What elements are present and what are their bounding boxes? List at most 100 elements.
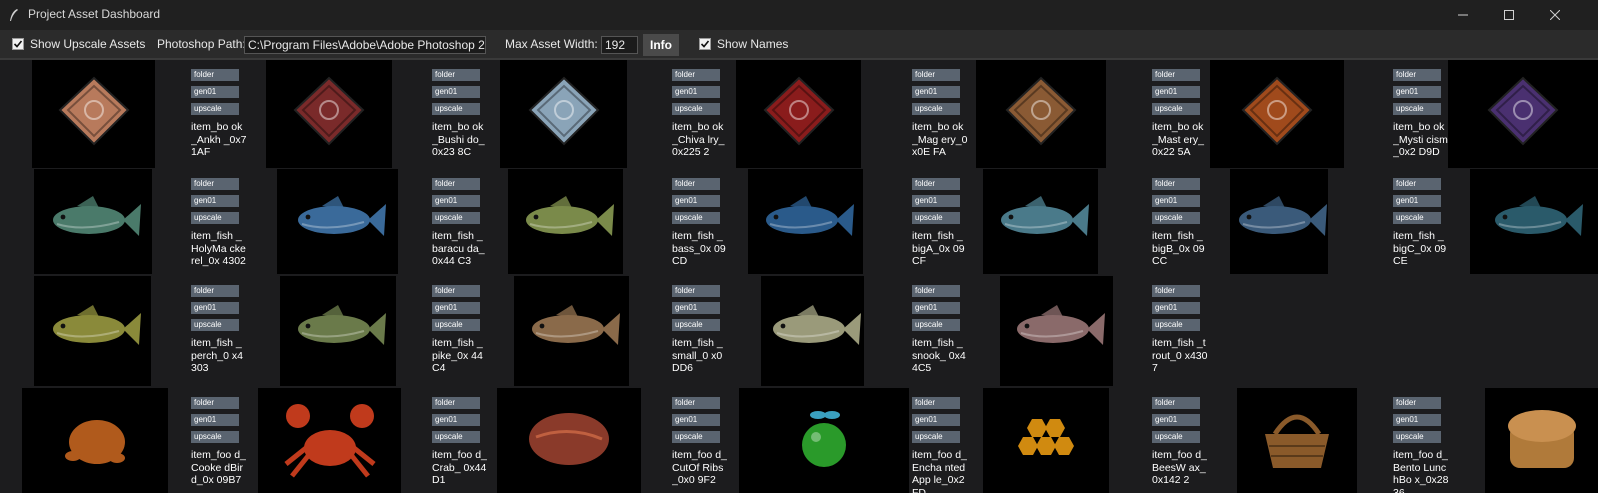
info-button[interactable]: Info (643, 34, 679, 56)
asset-thumbnail[interactable] (1485, 388, 1598, 493)
gen01-button[interactable]: gen01 (912, 86, 960, 98)
upscale-button[interactable]: upscale (191, 431, 239, 443)
folder-button[interactable]: folder (1393, 69, 1441, 81)
asset-thumbnail[interactable] (1000, 276, 1113, 386)
folder-button[interactable]: folder (191, 397, 239, 409)
max-width-input[interactable]: 192 (601, 36, 638, 54)
gen01-button[interactable]: gen01 (432, 86, 480, 98)
folder-button[interactable]: folder (1152, 178, 1200, 190)
folder-button[interactable]: folder (1393, 178, 1441, 190)
gen01-button[interactable]: gen01 (191, 414, 239, 426)
upscale-button[interactable]: upscale (1152, 212, 1200, 224)
gen01-button[interactable]: gen01 (672, 86, 720, 98)
asset-thumbnail[interactable] (280, 276, 396, 386)
upscale-button[interactable]: upscale (912, 431, 960, 443)
gen01-button[interactable]: gen01 (912, 302, 960, 314)
upscale-button[interactable]: upscale (1152, 431, 1200, 443)
gen01-button[interactable]: gen01 (1152, 195, 1200, 207)
gen01-button[interactable]: gen01 (912, 195, 960, 207)
upscale-button[interactable]: upscale (432, 319, 480, 331)
asset-thumbnail[interactable] (1237, 388, 1357, 493)
folder-button[interactable]: folder (672, 69, 720, 81)
asset-thumbnail[interactable] (258, 388, 401, 493)
upscale-button[interactable]: upscale (912, 319, 960, 331)
gen01-button[interactable]: gen01 (912, 414, 960, 426)
folder-button[interactable]: folder (1152, 69, 1200, 81)
folder-button[interactable]: folder (912, 285, 960, 297)
upscale-button[interactable]: upscale (432, 212, 480, 224)
gen01-button[interactable]: gen01 (1152, 86, 1200, 98)
asset-thumbnail[interactable] (1230, 169, 1328, 274)
gen01-button[interactable]: gen01 (1152, 302, 1200, 314)
asset-thumbnail[interactable] (739, 388, 909, 493)
asset-thumbnail[interactable] (22, 388, 168, 493)
asset-thumbnail[interactable] (983, 169, 1098, 274)
folder-button[interactable]: folder (432, 285, 480, 297)
folder-button[interactable]: folder (912, 178, 960, 190)
upscale-button[interactable]: upscale (191, 212, 239, 224)
asset-thumbnail[interactable] (1448, 60, 1598, 168)
gen01-button[interactable]: gen01 (191, 86, 239, 98)
asset-thumbnail[interactable] (1210, 60, 1344, 168)
folder-button[interactable]: folder (672, 178, 720, 190)
upscale-button[interactable]: upscale (912, 212, 960, 224)
folder-button[interactable]: folder (191, 178, 239, 190)
asset-thumbnail[interactable] (508, 169, 623, 274)
folder-button[interactable]: folder (1393, 397, 1441, 409)
upscale-button[interactable]: upscale (1152, 103, 1200, 115)
asset-thumbnail[interactable] (1470, 169, 1598, 274)
folder-button[interactable]: folder (672, 285, 720, 297)
upscale-button[interactable]: upscale (1152, 319, 1200, 331)
upscale-button[interactable]: upscale (1393, 212, 1441, 224)
upscale-button[interactable]: upscale (1393, 431, 1441, 443)
folder-button[interactable]: folder (432, 69, 480, 81)
folder-button[interactable]: folder (191, 69, 239, 81)
folder-button[interactable]: folder (912, 69, 960, 81)
gen01-button[interactable]: gen01 (672, 414, 720, 426)
asset-thumbnail[interactable] (736, 60, 861, 168)
gen01-button[interactable]: gen01 (432, 414, 480, 426)
gen01-button[interactable]: gen01 (1152, 414, 1200, 426)
upscale-button[interactable]: upscale (912, 103, 960, 115)
asset-thumbnail[interactable] (34, 276, 151, 386)
asset-thumbnail[interactable] (761, 276, 864, 386)
asset-thumbnail[interactable] (277, 169, 398, 274)
upscale-button[interactable]: upscale (191, 319, 239, 331)
folder-button[interactable]: folder (672, 397, 720, 409)
gen01-button[interactable]: gen01 (672, 302, 720, 314)
show-upscale-toggle[interactable]: Show Upscale Assets (12, 30, 145, 58)
gen01-button[interactable]: gen01 (672, 195, 720, 207)
upscale-button[interactable]: upscale (672, 212, 720, 224)
upscale-button[interactable]: upscale (672, 319, 720, 331)
folder-button[interactable]: folder (1152, 285, 1200, 297)
gen01-button[interactable]: gen01 (191, 302, 239, 314)
upscale-button[interactable]: upscale (191, 103, 239, 115)
upscale-button[interactable]: upscale (432, 431, 480, 443)
gen01-button[interactable]: gen01 (191, 195, 239, 207)
gen01-button[interactable]: gen01 (1393, 195, 1441, 207)
folder-button[interactable]: folder (432, 397, 480, 409)
upscale-button[interactable]: upscale (672, 431, 720, 443)
asset-thumbnail[interactable] (34, 169, 152, 274)
asset-thumbnail[interactable] (514, 276, 629, 386)
show-names-checkbox[interactable] (699, 38, 711, 50)
asset-grid[interactable]: folder gen01 upscale item_bo ok_Ankh _0x71A… (0, 58, 1598, 493)
asset-thumbnail[interactable] (748, 169, 863, 274)
close-button[interactable] (1532, 0, 1578, 30)
folder-button[interactable]: folder (1152, 397, 1200, 409)
gen01-button[interactable]: gen01 (1393, 414, 1441, 426)
asset-thumbnail[interactable] (983, 388, 1109, 493)
folder-button[interactable]: folder (191, 285, 239, 297)
upscale-button[interactable]: upscale (432, 103, 480, 115)
asset-thumbnail[interactable] (500, 60, 627, 168)
asset-thumbnail[interactable] (266, 60, 392, 168)
gen01-button[interactable]: gen01 (1393, 86, 1441, 98)
gen01-button[interactable]: gen01 (432, 302, 480, 314)
asset-thumbnail[interactable] (976, 60, 1106, 168)
folder-button[interactable]: folder (912, 397, 960, 409)
folder-button[interactable]: folder (432, 178, 480, 190)
upscale-button[interactable]: upscale (1393, 103, 1441, 115)
upscale-button[interactable]: upscale (672, 103, 720, 115)
minimize-button[interactable] (1440, 0, 1486, 30)
gen01-button[interactable]: gen01 (432, 195, 480, 207)
